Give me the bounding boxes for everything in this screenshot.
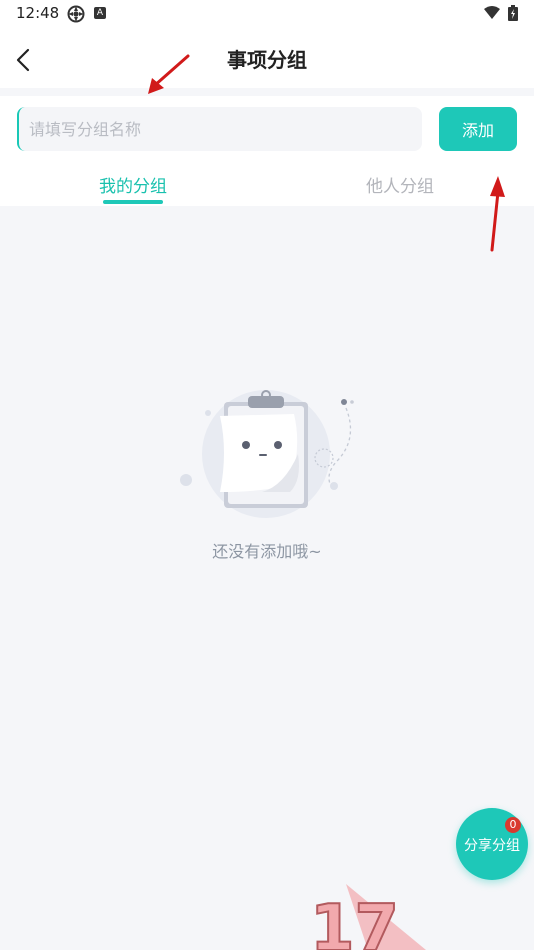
svg-text:17: 17 <box>310 892 399 950</box>
share-group-label: 分享分组 <box>464 838 520 854</box>
share-badge: 0 <box>505 817 521 833</box>
add-button[interactable]: 添加 <box>439 107 517 151</box>
status-bar: 12:48 A <box>0 0 534 28</box>
tab-others-groups[interactable]: 他人分组 <box>340 172 460 197</box>
nav-bar: 事项分组 <box>0 28 534 88</box>
watermark-logo: 17 <box>309 884 426 950</box>
empty-state-text: 还没有添加哦~ <box>212 542 322 561</box>
page-title: 事项分组 <box>227 48 307 72</box>
active-tab-indicator <box>103 200 163 204</box>
clipboard-face-icon <box>180 390 354 518</box>
header-divider <box>0 88 534 96</box>
annotation-arrow-icon <box>490 176 505 252</box>
annotation-arrow-icon <box>148 54 190 94</box>
group-tabs: 我的分组 他人分组 <box>0 166 534 206</box>
a-badge-icon: A <box>94 7 106 19</box>
group-form: 添加 <box>0 96 534 166</box>
settings-pinwheel-icon <box>67 5 85 23</box>
tab-my-groups[interactable]: 我的分组 <box>73 172 193 197</box>
status-time: 12:48 <box>16 4 60 22</box>
wifi-icon <box>484 6 500 19</box>
battery-icon <box>508 5 518 21</box>
group-name-input[interactable] <box>17 107 422 151</box>
